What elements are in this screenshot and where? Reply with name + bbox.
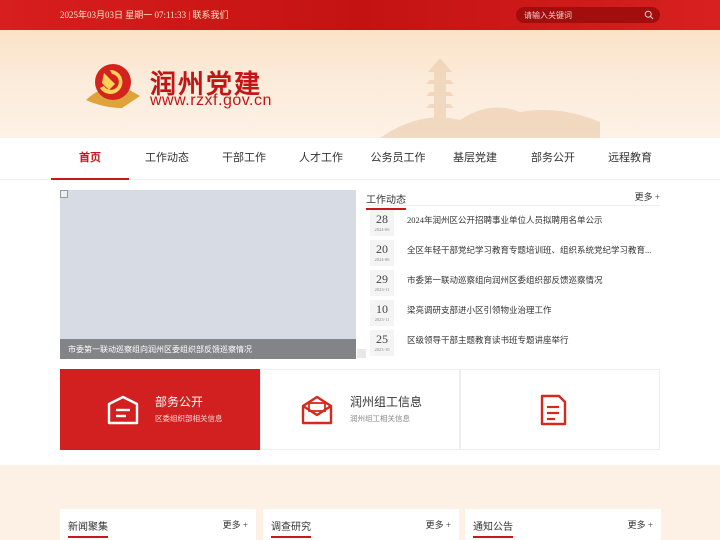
work-news-panel: 工作动态 更多 + 28 2024-06 2024年润州区公开招聘事业单位人员拟聘…	[366, 190, 660, 356]
search-box	[516, 7, 660, 23]
panel-notices: 通知公告 更多 +	[465, 509, 661, 540]
news-date: 25 2023-10	[370, 330, 394, 356]
panel-news-focus: 新闻聚集 更多 +	[60, 509, 256, 540]
news-item[interactable]: 20 2024-06 全区年轻干部党纪学习教育专题培训班、组织系统党纪学习教育..…	[370, 240, 660, 268]
news-item[interactable]: 25 2023-10 区级领导干部主题教育读书班专题讲座举行	[370, 330, 660, 358]
search-icon[interactable]	[644, 10, 654, 20]
card-subtitle: 区委组织部相关信息	[155, 414, 223, 423]
news-slideshow[interactable]: 市委第一联动巡察组向润州区委组织部反馈巡察情况	[60, 190, 366, 359]
news-panel-title[interactable]: 工作动态	[366, 191, 406, 210]
broken-image-icon	[60, 190, 68, 198]
news-title[interactable]: 市委第一联动巡察组向润州区委组织部反馈巡察情况	[407, 274, 657, 286]
news-date: 28 2024-06	[370, 210, 394, 236]
date-contact-info[interactable]: 2025年03月03日 星期一 07:11:33 | 联系我们	[60, 8, 228, 21]
card-org-info[interactable]: 润州组工信息 润州组工相关信息	[260, 369, 460, 450]
panel-more-link[interactable]: 更多 +	[223, 518, 248, 531]
mail-icon	[301, 395, 333, 425]
main-nav: 首页 工作动态 干部工作 人才工作 公务员工作 基层党建 部务公开 远程教育	[0, 138, 720, 180]
party-emblem-logo	[86, 64, 140, 108]
panel-title[interactable]: 新闻聚集	[68, 518, 108, 538]
news-item[interactable]: 28 2024-06 2024年润州区公开招聘事业单位人员拟聘用名单公示	[370, 210, 660, 238]
main-content: 市委第一联动巡察组向润州区委组织部反馈巡察情况 工作动态 更多 + 28 2024…	[0, 180, 720, 465]
slide-dot[interactable]	[357, 349, 366, 358]
news-date: 29 2023-11	[370, 270, 394, 296]
news-title[interactable]: 全区年轻干部党纪学习教育专题培训班、组织系统党纪学习教育...	[407, 244, 657, 256]
card-title: 润州组工信息	[350, 395, 423, 409]
nav-item-talent-work[interactable]: 人才工作	[282, 138, 360, 180]
nav-item-cadre-work[interactable]: 干部工作	[205, 138, 283, 180]
news-more-link[interactable]: 更多 +	[635, 190, 660, 203]
panel-title[interactable]: 调查研究	[271, 518, 311, 538]
site-banner: 润州党建 www.rzxf.gov.cn	[0, 30, 720, 138]
nav-item-grassroots[interactable]: 基层党建	[436, 138, 514, 180]
card-dept-affairs[interactable]: 部务公开 区委组织部相关信息	[60, 369, 260, 450]
card-documents[interactable]	[460, 369, 660, 450]
site-url: www.rzxf.gov.cn	[150, 92, 272, 109]
nav-item-dept-affairs[interactable]: 部务公开	[514, 138, 592, 180]
news-title[interactable]: 2024年润州区公开招聘事业单位人员拟聘用名单公示	[407, 214, 657, 226]
news-date: 10 2023-11	[370, 300, 394, 326]
panel-title[interactable]: 通知公告	[473, 518, 513, 538]
panel-more-link[interactable]: 更多 +	[426, 518, 451, 531]
newspaper-icon	[107, 395, 139, 425]
news-panel-header: 工作动态 更多 +	[366, 190, 660, 210]
card-title: 部务公开	[155, 395, 204, 409]
slide-caption-bar: 市委第一联动巡察组向润州区委组织部反馈巡察情况	[60, 339, 366, 359]
nav-item-work-news[interactable]: 工作动态	[128, 138, 206, 180]
bottom-section: 新闻聚集 更多 + 调查研究 更多 + 通知公告 更多 +	[0, 465, 720, 540]
news-title[interactable]: 区级领导干部主题教育读书班专题讲座举行	[407, 334, 657, 346]
news-item[interactable]: 10 2023-11 梁亮调研支部进小区引领物业治理工作	[370, 300, 660, 328]
search-input[interactable]	[524, 9, 644, 21]
nav-item-remote-edu[interactable]: 远程教育	[591, 138, 669, 180]
news-title[interactable]: 梁亮调研支部进小区引领物业治理工作	[407, 304, 657, 316]
top-bar: 2025年03月03日 星期一 07:11:33 | 联系我们	[0, 0, 720, 30]
card-subtitle: 润州组工相关信息	[350, 414, 410, 423]
news-item[interactable]: 29 2023-11 市委第一联动巡察组向润州区委组织部反馈巡察情况	[370, 270, 660, 298]
panel-more-link[interactable]: 更多 +	[628, 518, 653, 531]
document-icon	[540, 394, 567, 426]
panel-research: 调查研究 更多 +	[263, 509, 459, 540]
slide-caption[interactable]: 市委第一联动巡察组向润州区委组织部反馈巡察情况	[68, 344, 252, 355]
news-date: 20 2024-06	[370, 240, 394, 266]
nav-item-civil-servant[interactable]: 公务员工作	[359, 138, 437, 180]
nav-item-home[interactable]: 首页	[51, 138, 129, 180]
pagoda-illustration	[380, 58, 600, 138]
